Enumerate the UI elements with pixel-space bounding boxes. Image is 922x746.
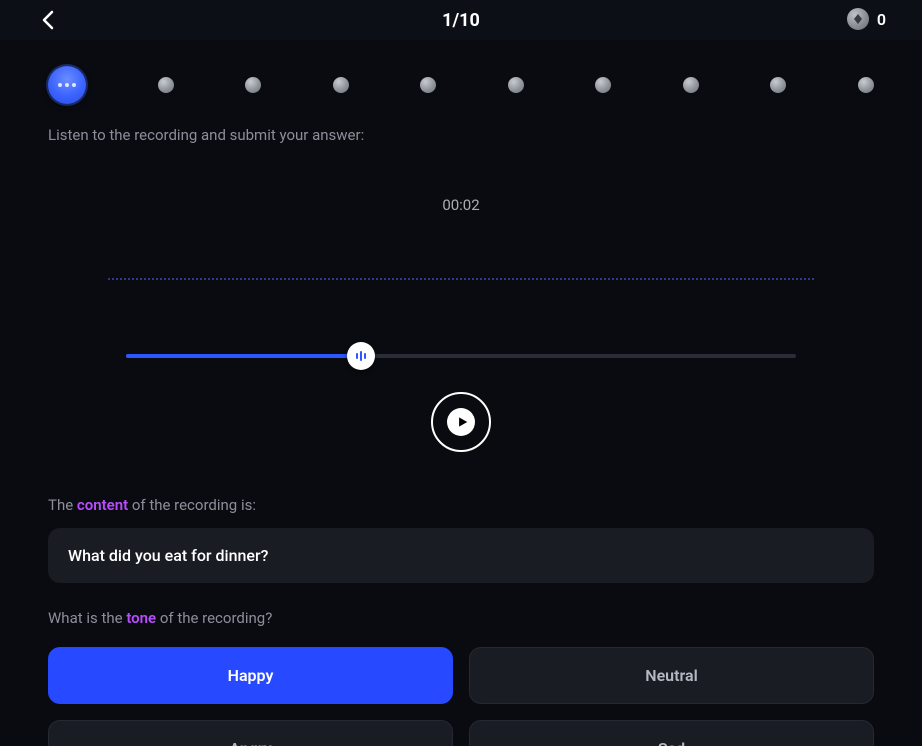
chevron-left-icon [41, 10, 55, 30]
content-prompt-highlight: content [77, 496, 128, 514]
step-dot[interactable] [595, 77, 611, 93]
step-dot[interactable] [420, 77, 436, 93]
step-dot[interactable] [508, 77, 524, 93]
coin-balance: 0 [847, 8, 886, 30]
coin-icon [847, 8, 869, 30]
step-dot[interactable] [333, 77, 349, 93]
step-dot-active[interactable] [48, 66, 86, 104]
step-dot[interactable] [770, 77, 786, 93]
audio-waveform [108, 270, 814, 280]
tone-options-grid: Happy Neutral Angry Sad [48, 647, 874, 746]
slider-thumb[interactable] [347, 342, 375, 370]
step-dot[interactable] [158, 77, 174, 93]
tone-prompt-post: of the recording? [156, 609, 272, 627]
content-prompt-pre: The [48, 496, 77, 514]
audio-progress-slider[interactable] [126, 342, 796, 370]
step-indicator-row [0, 40, 922, 104]
tone-option-happy[interactable]: Happy [48, 647, 453, 704]
content-prompt-post: of the recording is: [128, 496, 256, 514]
content-prompt: The content of the recording is: [48, 496, 874, 514]
tone-option-sad[interactable]: Sad [469, 720, 874, 746]
step-dot[interactable] [245, 77, 261, 93]
tone-option-angry[interactable]: Angry [48, 720, 453, 746]
play-icon [447, 408, 475, 436]
tone-option-neutral[interactable]: Neutral [469, 647, 874, 704]
slider-fill [126, 354, 361, 358]
coin-count: 0 [877, 10, 886, 29]
progress-counter: 1/10 [442, 10, 480, 31]
tone-prompt-highlight: tone [126, 609, 156, 627]
back-button[interactable] [36, 8, 60, 32]
content-text-box: What did you eat for dinner? [48, 528, 874, 583]
tone-prompt-pre: What is the [48, 609, 126, 627]
instruction-text: Listen to the recording and submit your … [48, 126, 874, 144]
audio-time: 00:02 [48, 196, 874, 214]
step-dot[interactable] [683, 77, 699, 93]
step-dot[interactable] [858, 77, 874, 93]
top-bar: 1/10 0 [0, 0, 922, 40]
play-button[interactable] [431, 392, 491, 452]
tone-prompt: What is the tone of the recording? [48, 609, 874, 627]
